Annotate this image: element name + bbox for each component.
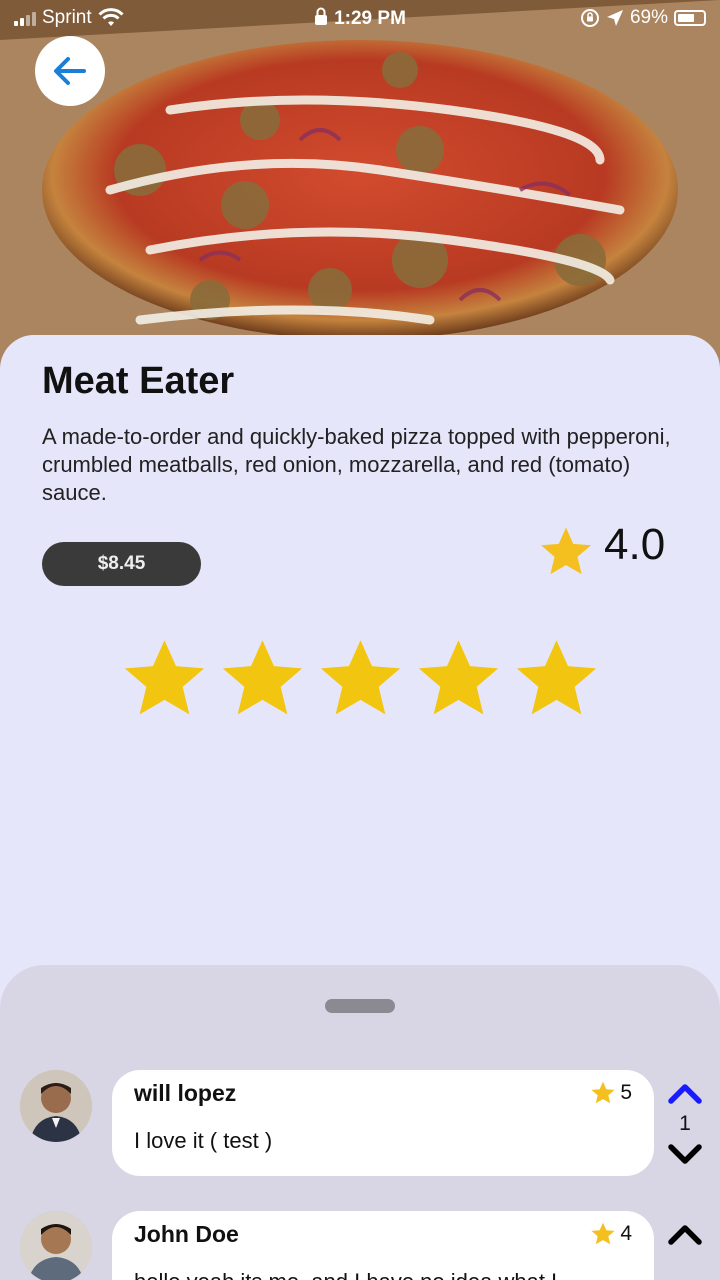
average-rating-value: 4.0 bbox=[604, 520, 666, 569]
battery-percent: 69% bbox=[629, 7, 668, 28]
sheet-drag-handle[interactable] bbox=[325, 999, 395, 1013]
item-description: A made-to-order and quickly-baked pizza … bbox=[42, 424, 671, 505]
average-rating: 4.0 bbox=[538, 520, 665, 580]
chevron-down-icon bbox=[668, 1144, 702, 1164]
rate-star-5[interactable] bbox=[512, 638, 601, 724]
battery-icon bbox=[674, 10, 706, 26]
rotation-lock-icon bbox=[580, 9, 599, 27]
chevron-up-icon bbox=[668, 1084, 702, 1104]
star-icon bbox=[541, 527, 591, 575]
review-rating-value: 4 bbox=[620, 1222, 632, 1245]
rate-star-3[interactable] bbox=[316, 638, 405, 724]
upvote-button[interactable] bbox=[662, 1217, 708, 1251]
review-rating-value: 5 bbox=[620, 1081, 632, 1104]
rate-star-1[interactable] bbox=[120, 638, 209, 724]
rate-star-4[interactable] bbox=[414, 638, 503, 724]
item-title: Meat Eater bbox=[42, 360, 235, 402]
avatar bbox=[20, 1211, 92, 1280]
review-text: hello yeah its me, and I have no idea wh… bbox=[134, 1269, 557, 1280]
review-rating: 5 bbox=[590, 1080, 632, 1106]
hero-image bbox=[0, 0, 720, 380]
downvote-button[interactable] bbox=[662, 1138, 708, 1172]
lock-icon bbox=[315, 7, 328, 25]
status-right: 69% bbox=[580, 7, 706, 29]
back-button[interactable] bbox=[35, 36, 105, 106]
upvote-button[interactable] bbox=[662, 1076, 708, 1110]
vote-controls: 1 bbox=[662, 1076, 708, 1172]
clock-label: 1:29 PM bbox=[334, 8, 406, 29]
location-arrow-icon bbox=[606, 10, 623, 26]
review-item: will lopez 5 I love it ( test ) 1 bbox=[0, 1070, 720, 1180]
vote-controls bbox=[662, 1217, 708, 1251]
star-icon bbox=[591, 1081, 615, 1104]
rating-input bbox=[120, 638, 601, 724]
chevron-up-icon bbox=[668, 1225, 702, 1245]
review-rating: 4 bbox=[590, 1221, 632, 1247]
reviews-sheet: will lopez 5 I love it ( test ) 1 John D… bbox=[0, 965, 720, 1280]
review-author: will lopez bbox=[134, 1080, 237, 1106]
arrow-left-icon bbox=[54, 57, 86, 85]
star-icon bbox=[591, 1222, 615, 1245]
review-bubble: will lopez 5 I love it ( test ) bbox=[112, 1070, 654, 1176]
review-item: John Doe 4 hello yeah its me, and I have… bbox=[0, 1211, 720, 1280]
avatar bbox=[20, 1070, 92, 1142]
review-bubble: John Doe 4 hello yeah its me, and I have… bbox=[112, 1211, 654, 1280]
review-text: I love it ( test ) bbox=[134, 1128, 273, 1153]
review-author: John Doe bbox=[134, 1221, 239, 1247]
vote-count: 1 bbox=[679, 1112, 691, 1135]
price-badge: $8.45 bbox=[42, 542, 201, 586]
rate-star-2[interactable] bbox=[218, 638, 307, 724]
status-bar: Sprint 1:29 PM 69% bbox=[0, 0, 720, 36]
